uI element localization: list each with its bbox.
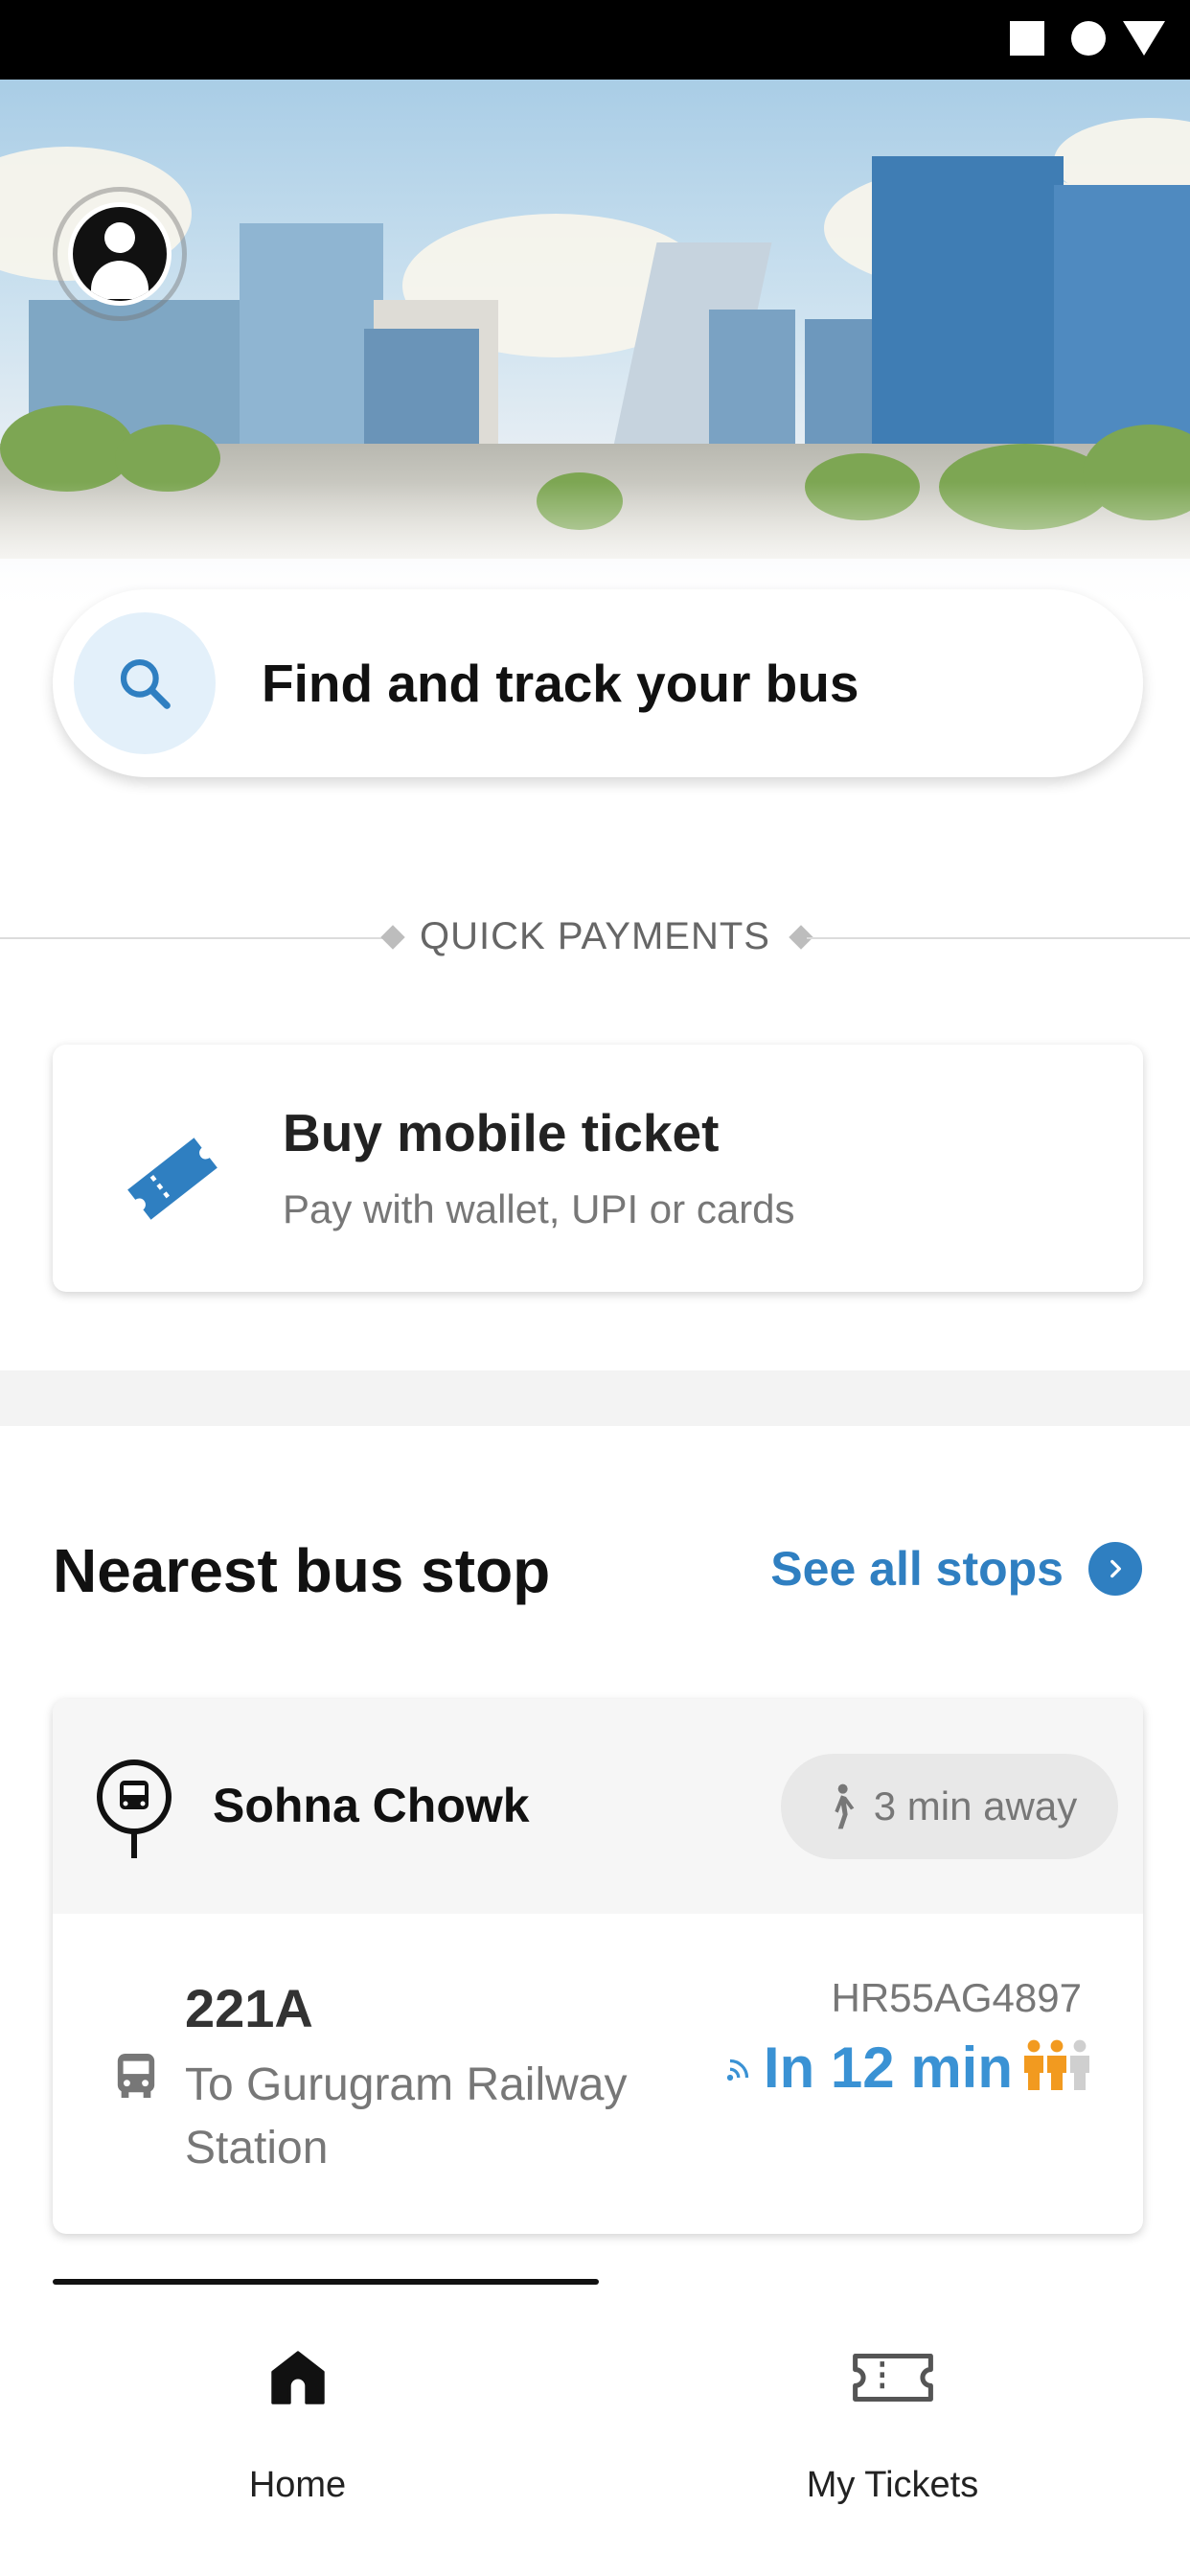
- walk-distance-badge: 3 min away: [781, 1754, 1118, 1859]
- triangle-icon: [1123, 21, 1165, 56]
- person-empty-icon: [1070, 2039, 1089, 2090]
- vehicle-plate: HR55AG4897: [831, 1975, 1083, 2020]
- bottom-navigation: Home My Tickets: [0, 2285, 1190, 2576]
- ticket-icon: [120, 1126, 225, 1236]
- divider-right: [807, 937, 1190, 939]
- ticket-card-subtitle: Pay with wallet, UPI or cards: [283, 1186, 795, 1231]
- home-icon: [264, 2344, 332, 2416]
- ticket-outline-icon: [850, 2344, 936, 2416]
- eta-text: In 12 min: [763, 2036, 1013, 2100]
- eta-row: In 12 min: [725, 2035, 1091, 2101]
- hero-city-illustration: [0, 80, 1190, 616]
- profile-avatar-button[interactable]: [53, 187, 187, 321]
- square-icon: [1010, 21, 1044, 56]
- stop-name: Sohna Chowk: [213, 1779, 530, 1832]
- status-bar: [0, 0, 1190, 80]
- walk-time: 3 min away: [873, 1783, 1078, 1828]
- search-label: Find and track your bus: [262, 654, 859, 713]
- occupancy-icon: [1022, 2038, 1091, 2097]
- circle-icon: [1071, 21, 1106, 56]
- live-signal-icon: [726, 2058, 749, 2081]
- bus-icon: [114, 2052, 158, 2104]
- tab-my-tickets-label: My Tickets: [806, 2465, 979, 2505]
- bus-stop-card[interactable]: Sohna Chowk 3 min away 221A To Gurugram …: [53, 1699, 1143, 2234]
- route-destination: To Gurugram Railway Station: [185, 2059, 628, 2174]
- bus-stop-icon: [91, 1757, 177, 1867]
- stop-header: Sohna Chowk 3 min away: [53, 1699, 1143, 1914]
- user-icon: [68, 202, 172, 306]
- ticket-card-title: Buy mobile ticket: [283, 1103, 720, 1162]
- route-number: 221A: [185, 1978, 313, 2038]
- search-icon: [74, 612, 216, 754]
- buy-ticket-card[interactable]: Buy mobile ticket Pay with wallet, UPI o…: [53, 1045, 1143, 1292]
- person-filled-icon: [1024, 2039, 1043, 2090]
- walking-icon: [835, 1783, 855, 1829]
- tab-home-label: Home: [248, 2465, 347, 2505]
- see-all-stops-link[interactable]: See all stops: [770, 1541, 1142, 1597]
- chevron-right-icon: [1088, 1542, 1142, 1596]
- find-bus-search-bar[interactable]: Find and track your bus: [53, 589, 1143, 777]
- tab-home[interactable]: Home: [0, 2285, 595, 2576]
- section-separator: [0, 1370, 1190, 1426]
- tab-my-tickets[interactable]: My Tickets: [595, 2285, 1190, 2576]
- section-title-nearest-stop: Nearest bus stop: [53, 1536, 551, 1605]
- person-filled-icon: [1047, 2039, 1066, 2090]
- see-all-label: See all stops: [770, 1542, 1064, 1596]
